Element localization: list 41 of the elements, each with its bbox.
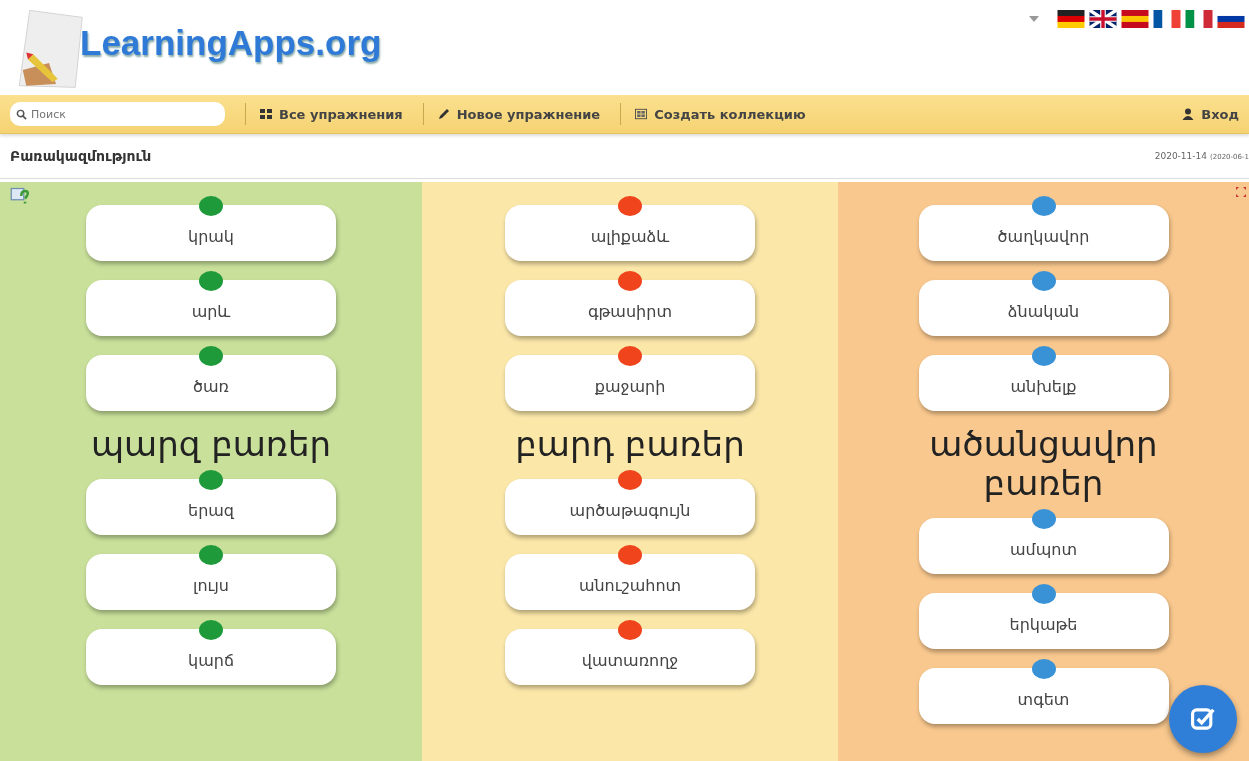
fullscreen-icon[interactable]: [1235, 186, 1247, 198]
nav-link[interactable]: Создать коллекцию: [635, 106, 806, 122]
nav-link[interactable]: Все упражнения: [260, 106, 403, 122]
flag-icon[interactable]: [1089, 10, 1117, 28]
login-link[interactable]: Вход: [1182, 106, 1239, 122]
category-title: բարդ բառեր: [514, 425, 746, 465]
word-card[interactable]: ծառ: [86, 355, 336, 411]
word-card[interactable]: գթասիրտ: [505, 280, 755, 336]
word-card[interactable]: լույս: [86, 554, 336, 611]
help-icon[interactable]: [10, 186, 30, 206]
word-card[interactable]: կարճ: [86, 629, 336, 686]
category-title: ածանցավոր բառեր: [928, 425, 1159, 504]
search-icon: [16, 109, 27, 120]
site-logo[interactable]: LearningApps.org: [80, 22, 382, 63]
word-card[interactable]: երազ: [86, 479, 336, 536]
search-field[interactable]: Поиск: [10, 102, 225, 126]
word-card[interactable]: երկաթե: [918, 593, 1169, 650]
dropdown-caret-icon[interactable]: [1029, 16, 1039, 22]
word-card[interactable]: արև: [86, 280, 336, 336]
word-card[interactable]: ամպոտ: [918, 518, 1169, 575]
word-card[interactable]: տգետ: [918, 668, 1169, 725]
word-card[interactable]: կրակ: [86, 205, 336, 261]
collection-icon: [635, 108, 648, 120]
word-card[interactable]: ալիքաձև: [505, 205, 755, 261]
nav-link[interactable]: Новое упражнение: [437, 106, 601, 122]
word-card[interactable]: ձնական: [918, 280, 1169, 336]
grid-icon: [260, 108, 272, 120]
word-card[interactable]: անուշահոտ: [505, 554, 755, 611]
category-title: պարզ բառեր: [90, 425, 332, 465]
flag-icon[interactable]: [1153, 10, 1181, 28]
word-card[interactable]: ծաղկավոր: [918, 205, 1169, 261]
checkbox-icon: [1190, 706, 1216, 732]
app-title: Բառակազմություն: [10, 148, 152, 164]
word-card[interactable]: վատառողջ: [505, 629, 755, 686]
pencil-icon: [437, 108, 450, 120]
flag-icon[interactable]: [1057, 10, 1085, 28]
word-card[interactable]: արծաթագույն: [505, 479, 755, 536]
word-card[interactable]: քաջարի: [505, 355, 755, 411]
word-card[interactable]: անխելք: [918, 355, 1169, 411]
user-icon: [1182, 108, 1195, 120]
date-text: 2020-11-14: [1154, 151, 1208, 161]
